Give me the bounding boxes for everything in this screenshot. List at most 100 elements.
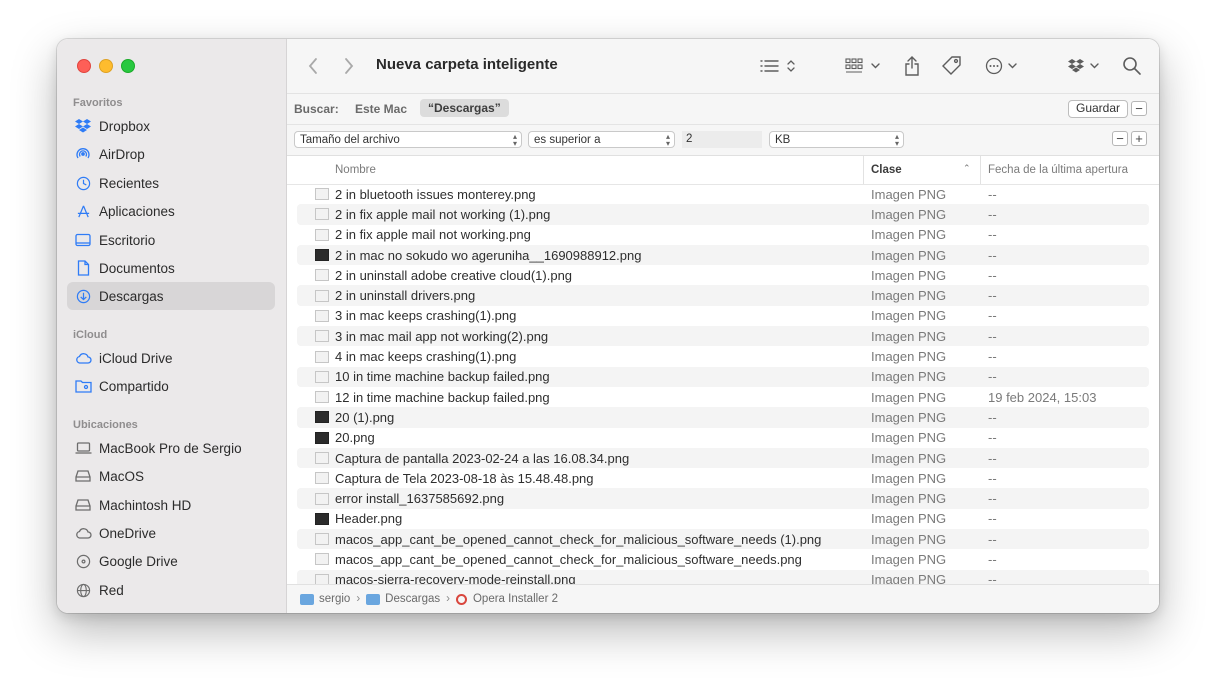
file-row[interactable]: 2 in mac no sokudo wo ageruniha__1690988…	[297, 244, 1149, 266]
chevron-right-icon	[345, 58, 354, 74]
sidebar-item-onedrive[interactable]: OneDrive	[67, 519, 275, 547]
search-icon	[1123, 57, 1141, 75]
sidebar-section-ubicaciones: Ubicaciones	[73, 419, 138, 431]
zoom-window-button[interactable]	[121, 59, 135, 73]
file-row[interactable]: 2 in fix apple mail not working (1).png I…	[297, 204, 1149, 225]
search-button[interactable]	[1122, 54, 1142, 78]
close-window-button[interactable]	[77, 59, 91, 73]
path-item-descargas[interactable]: Descargas	[366, 593, 440, 605]
sidebar-item-red[interactable]: Red	[67, 576, 275, 604]
sidebar-item-label: Compartido	[99, 378, 169, 394]
window-title: Nueva carpeta inteligente	[376, 56, 558, 73]
view-list-button[interactable]	[760, 54, 798, 78]
file-row[interactable]: Captura de Tela 2023-08-18 às 15.48.48.p…	[297, 468, 1149, 488]
sidebar-item-macbook[interactable]: MacBook Pro de Sergio	[67, 434, 275, 462]
tags-button[interactable]	[941, 54, 963, 78]
toolbar: Nueva carpeta inteligente	[287, 39, 1159, 94]
file-row[interactable]: 20 (1).png Imagen PNG --	[297, 407, 1149, 428]
sidebar-item-recientes[interactable]: Recientes	[67, 169, 275, 197]
sidebar-item-label: Machintosh HD	[99, 497, 192, 513]
file-name: 2 in bluetooth issues monterey.png	[335, 186, 536, 202]
forward-button[interactable]	[343, 54, 355, 78]
column-date[interactable]: Fecha de la última apertura	[988, 164, 1128, 176]
dropbox-toolbar-button[interactable]	[1067, 54, 1103, 78]
file-list: 2 in bluetooth issues monterey.png Imagen…	[297, 184, 1149, 585]
minimize-window-button[interactable]	[99, 59, 113, 73]
sidebar-item-escritorio[interactable]: Escritorio	[67, 226, 275, 254]
file-last-opened: 19 feb 2024, 15:03	[988, 389, 1097, 405]
scope-this-mac-button[interactable]: Este Mac	[355, 102, 407, 116]
file-kind: Imagen PNG	[871, 551, 947, 567]
save-search-button[interactable]: Guardar	[1068, 100, 1129, 118]
file-row[interactable]: 2 in fix apple mail not working.png Image…	[297, 225, 1149, 245]
file-last-opened: --	[988, 349, 997, 365]
file-row[interactable]: 3 in mac keeps crashing(1).png Imagen PNG…	[297, 306, 1149, 326]
file-row[interactable]: 10 in time machine backup failed.png Imag…	[297, 366, 1149, 387]
criteria-operator-select[interactable]: es superior a ▴ ▾	[528, 131, 675, 148]
file-name: 12 in time machine backup failed.png	[335, 389, 550, 405]
file-row[interactable]: 2 in uninstall drivers.png Imagen PNG --	[297, 285, 1149, 306]
sidebar-item-macos[interactable]: MacOS	[67, 462, 275, 490]
column-kind[interactable]: Clase	[871, 164, 902, 176]
file-row[interactable]: error install_1637585692.png Imagen PNG --	[297, 488, 1149, 509]
add-criteria-button[interactable]: +	[1131, 131, 1147, 146]
sidebar-item-documentos[interactable]: Documentos	[67, 254, 275, 282]
file-kind: Imagen PNG	[871, 328, 947, 344]
window-controls	[77, 59, 135, 73]
more-actions-button[interactable]	[985, 54, 1021, 78]
sidebar-item-google-drive[interactable]: Google Drive	[67, 547, 275, 575]
file-row[interactable]: 4 in mac keeps crashing(1).png Imagen PNG…	[297, 346, 1149, 366]
criteria-attribute-select[interactable]: Tamaño del archivo ▴ ▾	[294, 131, 522, 148]
scope-descargas-button[interactable]: “Descargas”	[420, 99, 509, 117]
file-row[interactable]: Header.png Imagen PNG --	[297, 509, 1149, 529]
file-name: 3 in mac keeps crashing(1).png	[335, 308, 517, 324]
file-row[interactable]: macos_app_cant_be_opened_cannot_check_fo…	[297, 529, 1149, 550]
file-kind: Imagen PNG	[871, 186, 947, 202]
file-last-opened: --	[988, 450, 997, 466]
drive-icon	[74, 552, 92, 570]
file-last-opened: --	[988, 186, 997, 202]
back-button[interactable]	[307, 54, 319, 78]
criteria-value-input[interactable]: 2	[682, 131, 762, 148]
file-name: 2 in fix apple mail not working (1).png	[335, 206, 551, 222]
sidebar-item-macintosh-hd[interactable]: Machintosh HD	[67, 491, 275, 519]
globe-icon	[74, 581, 92, 599]
file-name: 2 in mac no sokudo wo ageruniha__1690988…	[335, 247, 642, 263]
path-item-label: Descargas	[385, 593, 441, 605]
ellipsis-icon	[985, 57, 1017, 75]
file-kind: Imagen PNG	[871, 369, 947, 385]
sidebar-item-icloud-drive[interactable]: iCloud Drive	[67, 344, 275, 372]
file-name: 2 in uninstall adobe creative cloud(1).p…	[335, 267, 573, 283]
remove-search-button[interactable]: −	[1131, 101, 1147, 116]
column-divider	[863, 156, 864, 184]
file-row[interactable]: macos-sierra-recovery-mode-reinstall.png…	[297, 569, 1149, 585]
file-kind: Imagen PNG	[871, 389, 947, 405]
sidebar-item-airdrop[interactable]: AirDrop	[67, 140, 275, 168]
file-row[interactable]: macos_app_cant_be_opened_cannot_check_fo…	[297, 549, 1149, 569]
file-last-opened: --	[988, 267, 997, 283]
sidebar-item-label: iCloud Drive	[99, 350, 173, 366]
path-item-label: Opera Installer 2	[472, 593, 558, 605]
sidebar-item-aplicaciones[interactable]: Aplicaciones	[67, 197, 275, 225]
file-row[interactable]: 2 in bluetooth issues monterey.png Imagen…	[297, 184, 1149, 204]
share-button[interactable]	[903, 54, 921, 78]
file-row[interactable]: 12 in time machine backup failed.png Imag…	[297, 387, 1149, 407]
file-row[interactable]: Captura de pantalla 2023-02-24 a las 16.…	[297, 447, 1149, 469]
file-row[interactable]: 2 in uninstall adobe creative cloud(1).p…	[297, 265, 1149, 285]
path-item-opera-installer[interactable]: Opera Installer 2	[455, 593, 558, 605]
file-row[interactable]: 3 in mac mail app not working(2).png Imag…	[297, 326, 1149, 347]
file-last-opened: --	[988, 328, 997, 344]
apps-icon	[74, 202, 92, 220]
remove-criteria-button[interactable]: −	[1112, 131, 1128, 146]
sidebar-item-descargas[interactable]: Descargas	[67, 282, 275, 310]
criteria-unit-select[interactable]: KB ▴ ▾	[769, 131, 904, 148]
sidebar-item-compartido[interactable]: Compartido	[67, 372, 275, 400]
file-kind: Imagen PNG	[871, 491, 947, 507]
sidebar-item-dropbox[interactable]: Dropbox	[67, 112, 275, 140]
column-name[interactable]: Nombre	[335, 164, 376, 176]
file-row[interactable]: 20.png Imagen PNG --	[297, 428, 1149, 448]
file-kind: Imagen PNG	[871, 206, 947, 222]
group-button[interactable]	[845, 54, 883, 78]
file-kind: Imagen PNG	[871, 247, 947, 263]
path-item-sergio[interactable]: sergio	[300, 593, 350, 605]
